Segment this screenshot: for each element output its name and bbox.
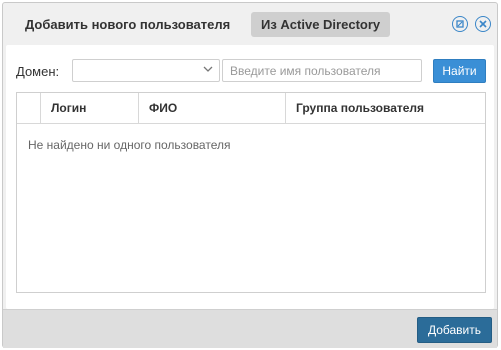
close-icon[interactable] (475, 16, 491, 32)
column-header-group[interactable]: Группа пользователя (286, 93, 485, 123)
empty-state-message: Не найдено ни одного пользователя (28, 138, 231, 152)
domain-select[interactable] (72, 59, 220, 82)
help-icon[interactable] (452, 16, 468, 32)
users-table: Логин ФИО Группа пользователя Не найдено… (16, 92, 486, 293)
username-search-input[interactable] (222, 59, 422, 82)
dialog-footer: Добавить (3, 309, 497, 348)
table-header: Логин ФИО Группа пользователя (17, 93, 485, 124)
dialog-body: Домен: Найти Логин ФИО Группа пользовате… (6, 45, 494, 309)
column-header-select[interactable] (17, 93, 41, 123)
domain-label: Домен: (16, 64, 60, 79)
tab-from-active-directory[interactable]: Из Active Directory (251, 12, 391, 37)
find-button[interactable]: Найти (433, 59, 486, 83)
close-icon-glyph (479, 20, 487, 28)
help-icon-glyph (456, 20, 464, 28)
add-user-dialog: Добавить нового пользователя Из Active D… (2, 2, 498, 348)
dialog-header: Добавить нового пользователя Из Active D… (3, 3, 497, 45)
add-button[interactable]: Добавить (417, 317, 492, 343)
column-header-login[interactable]: Логин (41, 93, 139, 123)
column-header-fullname[interactable]: ФИО (139, 93, 286, 123)
tab-add-new-user[interactable]: Добавить нового пользователя (15, 12, 240, 37)
chevron-down-icon (203, 66, 213, 72)
